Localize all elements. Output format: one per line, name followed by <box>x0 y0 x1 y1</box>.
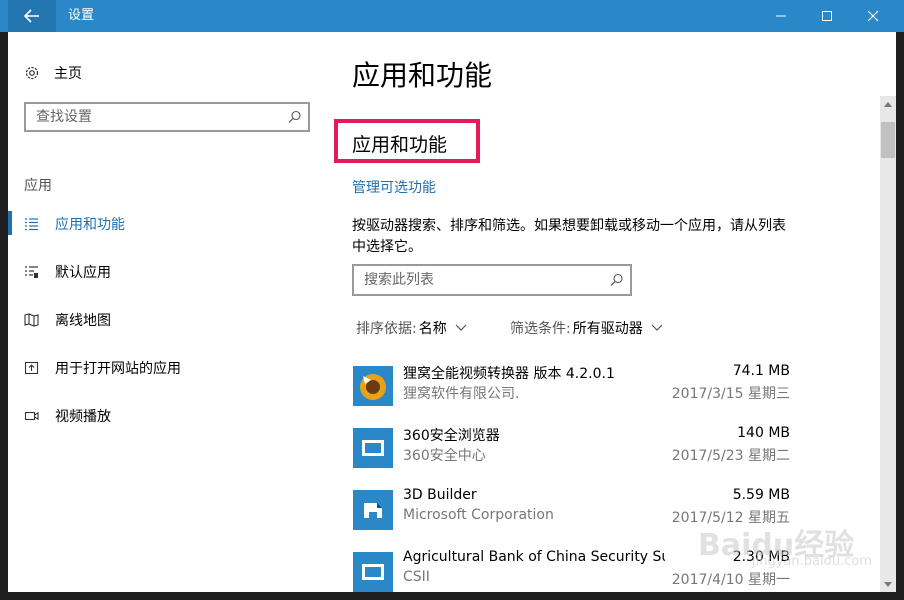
map-icon <box>24 313 39 327</box>
scroll-up-icon <box>884 101 892 107</box>
security-app-icon <box>353 552 393 592</box>
title-bar: 设置 <box>0 0 904 32</box>
sidebar-item-website-apps[interactable]: 用于打开网站的应用 <box>24 355 324 381</box>
filter-dropdown[interactable]: 筛选条件: 所有驱动器 <box>510 318 663 338</box>
app-list-search-input[interactable]: 搜索此列表 <box>352 264 632 296</box>
app-publisher: CSII <box>403 569 430 585</box>
list-icon <box>25 218 38 231</box>
app-publisher: 狸窝软件有限公司. <box>403 386 520 402</box>
app-date: 2017/4/10 星期一 <box>671 572 790 588</box>
app-date: 2017/3/15 星期三 <box>671 386 790 402</box>
selection-indicator <box>8 211 12 235</box>
scrollbar[interactable] <box>880 96 896 592</box>
manage-optional-features-link[interactable]: 管理可选功能 <box>352 177 436 197</box>
app-size: 5.59 MB <box>732 487 790 503</box>
gear-icon <box>25 66 39 80</box>
scroll-up-button[interactable] <box>880 96 896 112</box>
sort-label: 排序依据: <box>356 321 417 337</box>
maximize-button[interactable] <box>804 0 850 32</box>
home-label: 主页 <box>54 66 82 82</box>
back-button[interactable] <box>8 0 56 32</box>
sidebar-item-offline-maps[interactable]: 离线地图 <box>24 307 324 333</box>
settings-content: 主页 查找设置 应用 应用和功能 默认应用 离线地图 用于打开网站的应用 视频播… <box>8 32 896 592</box>
scroll-down-button[interactable] <box>880 576 896 592</box>
search-placeholder: 查找设置 <box>36 109 92 125</box>
description-text: 按驱动器搜索、排序和筛选。如果想要卸载或移动一个应用，请从列表中选择它。 <box>352 218 786 255</box>
scroll-down-icon <box>884 581 892 587</box>
app-publisher: Microsoft Corporation <box>403 507 554 523</box>
scroll-thumb[interactable] <box>881 122 895 158</box>
close-icon <box>867 10 879 22</box>
app-name: 360安全浏览器 <box>403 428 500 444</box>
app-publisher: 360安全中心 <box>403 448 486 464</box>
sidebar-item-label: 应用和功能 <box>55 217 125 233</box>
section-title: 应用和功能 <box>352 134 448 156</box>
page-title: 应用和功能 <box>352 59 493 92</box>
settings-search-input[interactable]: 查找设置 <box>24 102 310 132</box>
sort-value: 名称 <box>418 321 447 337</box>
minimize-icon <box>776 15 786 17</box>
3d-builder-app-icon <box>353 490 393 530</box>
close-button[interactable] <box>850 0 896 32</box>
chevron-down-icon <box>455 324 467 331</box>
settings-window: 设置 主页 查找设置 应用 应用和功能 默认应用 离线地图 用于打开网站的应用 … <box>0 0 904 600</box>
app-name: 狸窝全能视频转换器 版本 4.2.0.1 <box>403 366 615 382</box>
app-name: Agricultural Bank of China Security Su..… <box>403 549 665 565</box>
search-icon <box>610 273 623 286</box>
sidebar-item-label: 离线地图 <box>55 313 111 329</box>
sidebar-item-label: 默认应用 <box>55 265 111 281</box>
browser-app-icon <box>353 428 393 468</box>
filter-label: 筛选条件: <box>510 321 571 337</box>
list-search-placeholder: 搜索此列表 <box>364 272 434 288</box>
chevron-down-icon <box>651 324 663 331</box>
search-icon <box>288 110 301 123</box>
window-title: 设置 <box>68 8 95 23</box>
minimize-button[interactable] <box>758 0 804 32</box>
sidebar-item-label: 用于打开网站的应用 <box>55 361 181 377</box>
app-size: 74.1 MB <box>732 363 790 379</box>
app-list-item[interactable]: 360安全浏览器 360安全中心 140 MB 2017/5/23 星期二 <box>352 425 790 481</box>
home-nav[interactable]: 主页 <box>24 62 82 84</box>
maximize-icon <box>822 11 832 21</box>
sidebar-item-label: 视频播放 <box>55 409 111 425</box>
sidebar-item-apps-features[interactable]: 应用和功能 <box>24 211 324 237</box>
back-arrow-icon <box>24 9 39 23</box>
app-name: 3D Builder <box>403 487 477 503</box>
video-icon <box>24 411 39 421</box>
app-size: 140 MB <box>737 425 790 441</box>
sort-dropdown[interactable]: 排序依据: 名称 <box>356 318 467 338</box>
default-apps-icon <box>25 266 38 278</box>
app-list-item[interactable]: 狸窝全能视频转换器 版本 4.2.0.1 狸窝软件有限公司. 74.1 MB 2… <box>352 363 790 419</box>
app-date: 2017/5/23 星期二 <box>671 448 790 464</box>
sidebar-item-default-apps[interactable]: 默认应用 <box>24 259 324 285</box>
sidebar-item-video-playback[interactable]: 视频播放 <box>24 403 324 429</box>
filter-value: 所有驱动器 <box>572 321 643 337</box>
sidebar-section-apps: 应用 <box>24 178 52 194</box>
video-converter-app-icon <box>353 366 393 406</box>
watermark-url: jingyan.baidu.com <box>752 554 872 569</box>
open-website-icon <box>24 361 39 375</box>
